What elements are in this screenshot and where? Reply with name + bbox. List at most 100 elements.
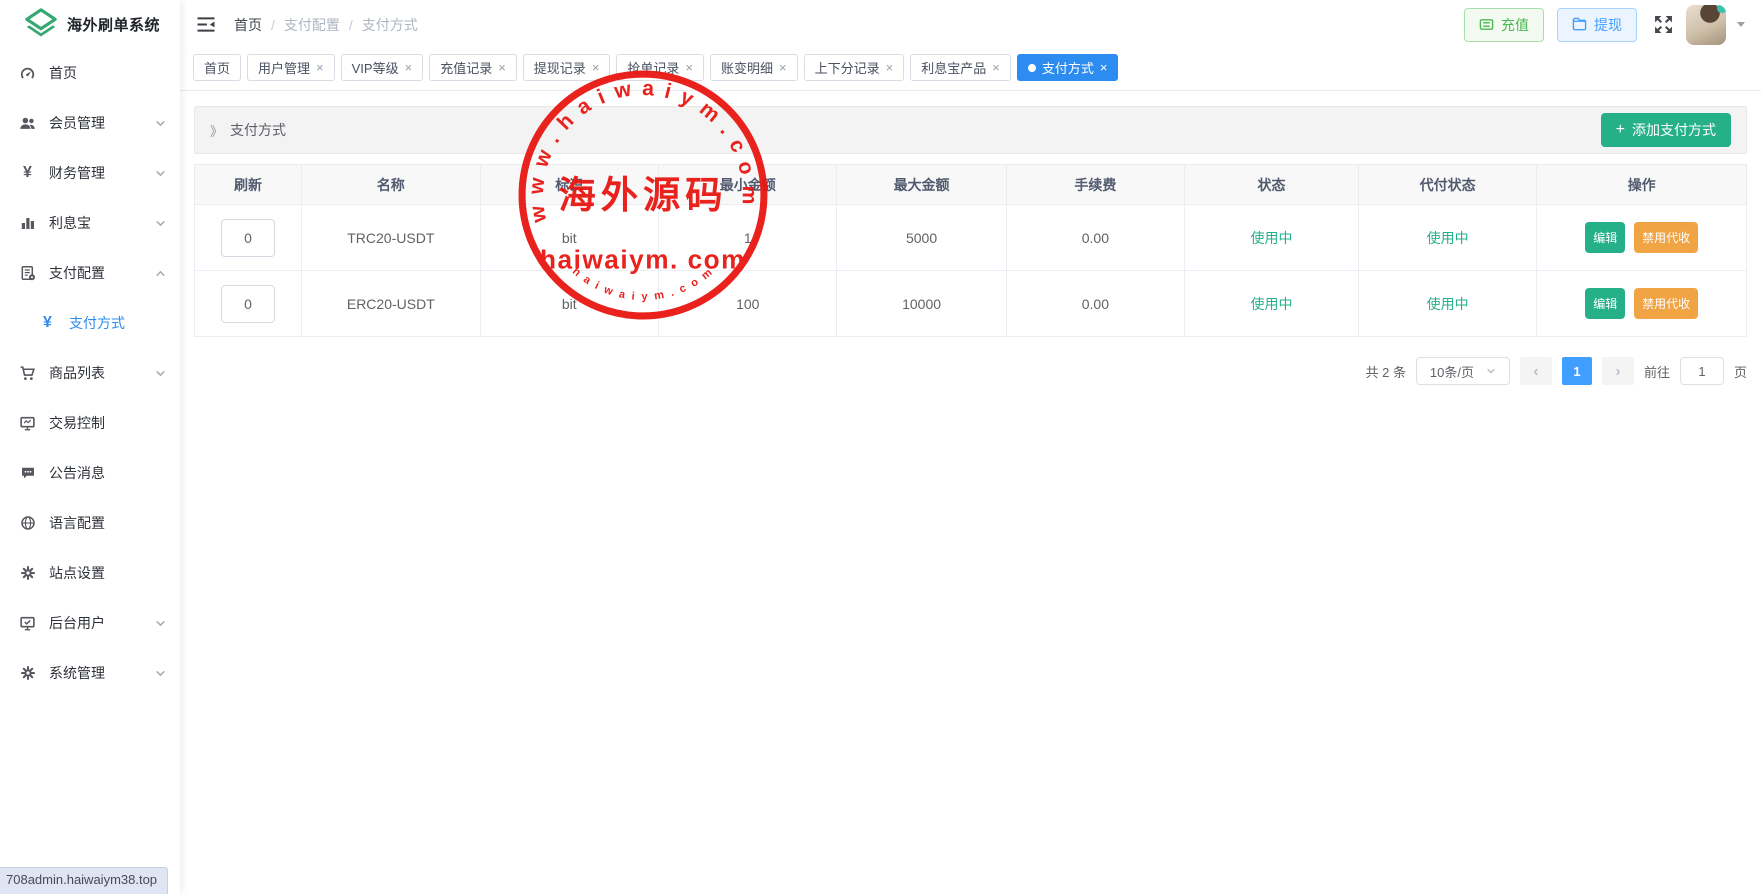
page-size-select[interactable]: 10条/页 [1416,357,1510,385]
sidebar-item-label: 系统管理 [49,663,105,683]
col-fee: 手续费 [1006,165,1184,205]
tab-interest-products[interactable]: 利息宝产品 × [910,54,1011,81]
prev-page-button[interactable]: ‹ [1520,357,1552,385]
yen-icon: ¥ [39,315,56,331]
content: 》 支付方式 + 添加支付方式 刷新 名称 标识 最小金额 最大金额 [180,91,1761,894]
table-header-row: 刷新 名称 标识 最小金额 最大金额 手续费 状态 代付状态 操作 [195,165,1747,205]
sidebar-item-system-management[interactable]: 系统管理 [0,648,180,698]
dashboard-icon [19,65,36,82]
sidebar-item-label: 财务管理 [49,163,105,183]
tab-recharge-records[interactable]: 充值记录 × [429,54,517,81]
cell-mark: bit [480,271,658,337]
breadcrumb-payment-config[interactable]: 支付配置 [284,15,340,35]
chevron-down-icon [155,618,166,629]
close-icon[interactable]: × [592,61,600,74]
ledger-icon [19,265,36,281]
sidebar-item-product-list[interactable]: 商品列表 [0,348,180,398]
cell-name: TRC20-USDT [302,205,480,271]
sidebar-item-members[interactable]: 会员管理 [0,98,180,148]
recharge-button[interactable]: 充值 [1464,8,1544,42]
chevron-down-icon [155,118,166,129]
col-name: 名称 [302,165,480,205]
cell-fee: 0.00 [1006,271,1184,337]
sidebar-item-admin-users[interactable]: 后台用户 [0,598,180,648]
sidebar-item-site-settings[interactable]: 站点设置 [0,548,180,598]
cell-fee: 0.00 [1006,205,1184,271]
cell-min: 100 [659,271,837,337]
sidebar-item-finance[interactable]: ¥ 财务管理 [0,148,180,198]
chevron-down-icon [155,668,166,679]
tab-order-grab-records[interactable]: 抢单记录 × [616,54,704,81]
banknote-icon [1479,17,1494,32]
close-icon[interactable]: × [685,61,693,74]
cell-pay-status: 使用中 [1358,271,1536,337]
current-page-button[interactable]: 1 [1562,357,1592,385]
topbar: 首页 / 支付配置 / 支付方式 充值 提现 [180,0,1761,49]
next-page-button[interactable]: › [1602,357,1634,385]
fullscreen-icon[interactable] [1654,15,1673,34]
app-logo: 海外刷单系统 [0,0,180,46]
col-actions: 操作 [1537,165,1747,205]
sidebar-item-payment-method[interactable]: ¥ 支付方式 [0,298,180,348]
refresh-input[interactable] [221,219,275,257]
close-icon[interactable]: × [405,61,413,74]
edit-button[interactable]: 编辑 [1585,288,1625,319]
breadcrumb-home[interactable]: 首页 [234,15,262,35]
chevron-up-icon [155,268,166,279]
disable-collection-button[interactable]: 禁用代收 [1634,222,1698,253]
pagination-total: 共 2 条 [1366,362,1406,381]
collapse-sidebar-icon[interactable] [196,16,216,33]
tab-user-management[interactable]: 用户管理 × [247,54,335,81]
avatar[interactable] [1686,5,1726,45]
col-pay-status: 代付状态 [1358,165,1536,205]
bar-chart-icon [19,215,36,231]
globe-icon [19,515,36,531]
close-icon[interactable]: × [886,61,894,74]
sidebar-item-label: 首页 [49,63,77,83]
chevron-down-icon [155,168,166,179]
refresh-input[interactable] [221,285,275,323]
close-icon[interactable]: × [992,61,1000,74]
page-unit-label: 页 [1734,362,1747,381]
tabbar: 首页 用户管理 × VIP等级 × 充值记录 × 提现记录 × 抢单记录 × 账… [180,49,1761,91]
close-icon[interactable]: × [1100,61,1108,74]
sidebar-item-home[interactable]: 首页 [0,48,180,98]
close-icon[interactable]: × [316,61,324,74]
link-preview-tooltip: 708admin.haiwaiym38.top [0,867,168,894]
sidebar-item-trade-control[interactable]: 交易控制 [0,398,180,448]
sidebar-item-announcements[interactable]: 公告消息 [0,448,180,498]
logo-gem-icon [24,7,58,41]
goto-page-input[interactable] [1680,357,1724,385]
chevron-down-icon [155,218,166,229]
goto-label: 前往 [1644,362,1670,381]
wallet-icon [1572,17,1587,32]
sidebar-item-payment-config[interactable]: 支付配置 [0,248,180,298]
withdraw-button[interactable]: 提现 [1557,8,1637,42]
sidebar-menu: 首页 会员管理 ¥ 财务管理 利息宝 支付配置 [0,46,180,698]
cart-icon [19,365,36,382]
tab-withdraw-records[interactable]: 提现记录 × [523,54,611,81]
sidebar-item-label: 后台用户 [49,613,105,633]
tab-home[interactable]: 首页 [193,54,241,81]
breadcrumb-payment-method: 支付方式 [362,15,418,35]
close-icon[interactable]: × [498,61,506,74]
tab-account-change-details[interactable]: 账变明细 × [710,54,798,81]
sidebar-item-interest[interactable]: 利息宝 [0,198,180,248]
payment-methods-table: 刷新 名称 标识 最小金额 最大金额 手续费 状态 代付状态 操作 TRC20-… [194,164,1747,337]
active-tab-dot-icon [1028,64,1036,72]
avatar-dropdown-caret-icon[interactable] [1737,22,1745,27]
sidebar-item-label: 语言配置 [49,513,105,533]
add-payment-method-button[interactable]: + 添加支付方式 [1601,113,1731,147]
sidebar-item-language-config[interactable]: 语言配置 [0,498,180,548]
chevron-down-icon [1486,366,1496,376]
cell-status: 使用中 [1185,271,1359,337]
tab-payment-methods[interactable]: 支付方式 × [1017,54,1119,81]
yen-icon: ¥ [19,165,36,181]
col-refresh: 刷新 [195,165,302,205]
edit-button[interactable]: 编辑 [1585,222,1625,253]
tab-updown-records[interactable]: 上下分记录 × [804,54,905,81]
sidebar-item-label: 利息宝 [49,213,91,233]
close-icon[interactable]: × [779,61,787,74]
disable-collection-button[interactable]: 禁用代收 [1634,288,1698,319]
tab-vip-level[interactable]: VIP等级 × [341,54,424,81]
